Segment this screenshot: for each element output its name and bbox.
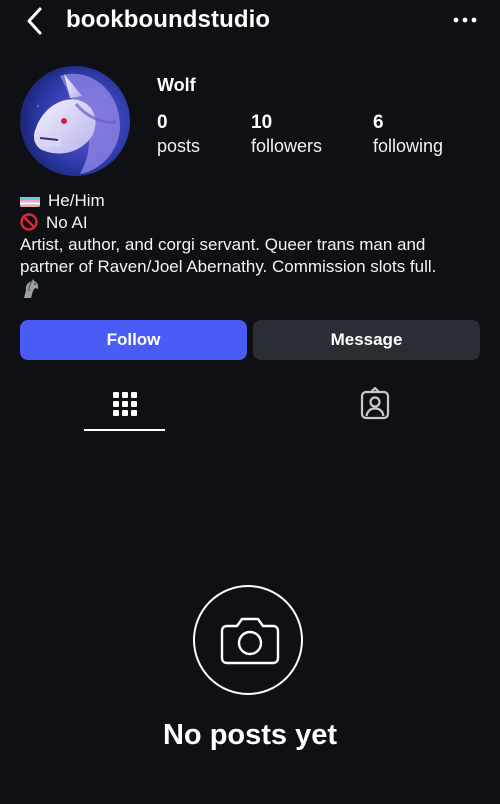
following-label: following bbox=[373, 136, 444, 156]
more-horizontal-icon bbox=[453, 17, 477, 23]
chevron-left-icon bbox=[27, 7, 42, 35]
message-button[interactable]: Message bbox=[253, 320, 480, 360]
grid-icon bbox=[113, 392, 137, 416]
posts-label: posts bbox=[157, 136, 201, 156]
tab-tagged[interactable] bbox=[355, 386, 395, 426]
profile-username: bookboundstudio bbox=[66, 6, 271, 33]
bio-emoji-line bbox=[20, 278, 485, 302]
following-count: 6 bbox=[373, 112, 384, 133]
tagged-person-icon bbox=[360, 386, 390, 420]
display-name: Wolf bbox=[157, 75, 196, 95]
top-bar: bookboundstudio bbox=[0, 0, 500, 44]
tab-posts-grid[interactable] bbox=[105, 386, 145, 426]
bio-description-line-2: partner of Raven/Joel Abernathy. Commiss… bbox=[20, 257, 437, 276]
horse-icon bbox=[20, 278, 42, 300]
followers-label: followers bbox=[251, 136, 323, 156]
camera-icon bbox=[220, 617, 280, 665]
more-options-button[interactable] bbox=[450, 10, 480, 30]
bio-description-line-1: Artist, author, and corgi servant. Queer… bbox=[20, 235, 426, 254]
follow-button[interactable]: Follow bbox=[20, 320, 247, 360]
followers-stat[interactable]: 10 followers bbox=[251, 112, 322, 158]
bio: He/Him No AI Artist, author, and corgi s… bbox=[20, 190, 485, 302]
no-ai-text: No AI bbox=[46, 213, 88, 232]
followers-count: 10 bbox=[251, 112, 273, 133]
no-ai-line: No AI bbox=[20, 212, 485, 234]
trans-flag-icon bbox=[20, 194, 40, 207]
active-tab-indicator bbox=[84, 429, 165, 431]
back-button[interactable] bbox=[22, 6, 50, 36]
pronouns-line: He/Him bbox=[20, 190, 485, 212]
avatar[interactable] bbox=[20, 66, 130, 176]
prohibited-icon bbox=[20, 213, 38, 231]
following-stat[interactable]: 6 following bbox=[373, 112, 443, 158]
posts-count: 0 bbox=[157, 112, 168, 133]
empty-state-text: No posts yet bbox=[162, 719, 338, 751]
pronouns-text: He/Him bbox=[48, 191, 105, 210]
posts-stat: 0 posts bbox=[157, 112, 200, 158]
